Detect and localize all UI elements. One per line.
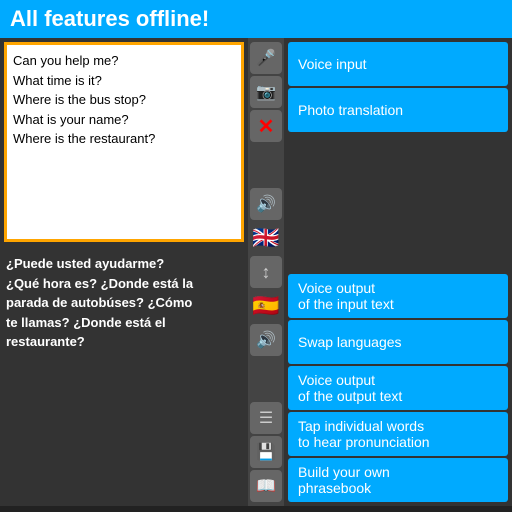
voice-input-feature[interactable]: Voice input [288,42,508,86]
swap-button[interactable]: ↕ [250,256,282,288]
camera-button[interactable]: 📷 [250,76,282,108]
tap-words-feature[interactable]: Tap individual words to hear pronunciati… [288,412,508,456]
volume-output-button[interactable]: 🔊 [250,324,282,356]
input-line-4: What is your name? [13,110,235,130]
voice-input-label: Voice input [298,56,367,72]
features-panel: Voice input Photo translation Voice outp… [284,38,512,506]
swap-icon: ↕ [262,262,271,283]
left-panel: Can you help me? What time is it? Where … [0,38,248,506]
voice-output-input-label: Voice output of the input text [298,280,394,312]
mic-button[interactable]: 🎤 [250,42,282,74]
input-line-1: Can you help me? [13,51,235,71]
photo-translation-feature[interactable]: Photo translation [288,88,508,132]
target-language-flag[interactable]: 🇪🇸 [250,290,282,322]
phrasebook-button[interactable]: 📖 [250,470,282,502]
voice-output-input-feature[interactable]: Voice output of the input text [288,274,508,318]
volume-output-icon: 🔊 [256,330,276,350]
camera-icon: 📷 [256,82,276,102]
source-language-flag[interactable]: 🇬🇧 [250,222,282,254]
tap-words-button[interactable]: ☰ [250,402,282,434]
save-button[interactable]: 💾 [250,436,282,468]
swap-languages-feature[interactable]: Swap languages [288,320,508,364]
output-text: ¿Puede usted ayudarme?¿Qué hora es? ¿Don… [6,256,193,349]
save-icon: 💾 [256,442,276,462]
delete-button[interactable]: ✕ [250,110,282,142]
input-line-2: What time is it? [13,71,235,91]
input-line-3: Where is the bus stop? [13,90,235,110]
header: All features offline! [0,0,512,38]
volume-input-button[interactable]: 🔊 [250,188,282,220]
phrasebook-icon: 📖 [256,476,276,496]
swap-languages-label: Swap languages [298,334,402,350]
build-phrasebook-feature[interactable]: Build your own phrasebook [288,458,508,502]
mic-icon: 🎤 [256,48,276,68]
voice-output-output-label: Voice output of the output text [298,372,402,404]
volume-input-icon: 🔊 [256,194,276,214]
photo-translation-label: Photo translation [298,102,403,118]
uk-flag-icon: 🇬🇧 [252,225,279,251]
voice-output-output-feature[interactable]: Voice output of the output text [288,366,508,410]
es-flag-icon: 🇪🇸 [252,293,279,319]
header-title: All features offline! [10,6,209,31]
tap-words-label: Tap individual words to hear pronunciati… [298,418,430,450]
build-phrasebook-label: Build your own phrasebook [298,464,390,496]
tap-words-icon: ☰ [259,408,273,428]
input-line-5: Where is the restaurant? [13,129,235,149]
input-text-area[interactable]: Can you help me? What time is it? Where … [4,42,244,242]
output-text-area: ¿Puede usted ayudarme?¿Qué hora es? ¿Don… [0,246,248,360]
delete-icon: ✕ [258,114,275,139]
toolbar: 🎤 📷 ✕ 🔊 🇬🇧 ↕ 🇪🇸 🔊 ☰ 💾 [248,38,284,506]
